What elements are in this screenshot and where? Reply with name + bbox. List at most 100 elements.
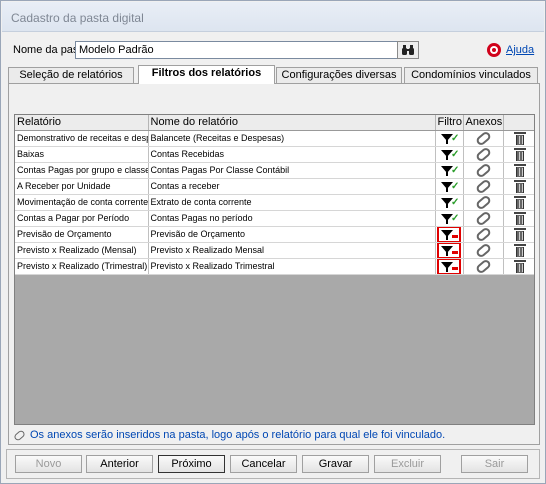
- table-row[interactable]: Contas Pagas por grupo e classe Contas Pa…: [15, 162, 534, 179]
- gravar-button[interactable]: Gravar: [302, 455, 369, 473]
- paperclip-icon[interactable]: [474, 210, 492, 225]
- filter-icon[interactable]: ✓: [438, 131, 460, 146]
- filter-icon[interactable]: ✓: [438, 195, 460, 210]
- excluir-button[interactable]: Excluir: [374, 455, 441, 473]
- cell-relatorio[interactable]: A Receber por Unidade: [15, 178, 149, 195]
- cell-relatorio[interactable]: Previsto x Realizado (Trimestral): [15, 258, 149, 275]
- trash-icon[interactable]: [513, 131, 526, 145]
- cell-delete[interactable]: [503, 178, 534, 195]
- cell-delete[interactable]: [503, 226, 534, 243]
- cell-filtro[interactable]: ✓: [435, 194, 464, 211]
- table-row[interactable]: Movimentação de conta corrente Extrato de…: [15, 194, 534, 211]
- anterior-button[interactable]: Anterior: [86, 455, 153, 473]
- filter-icon[interactable]: ✓: [438, 163, 460, 178]
- cell-nome-relatorio[interactable]: Balancete (Receitas e Despesas): [148, 130, 436, 147]
- cell-nome-relatorio[interactable]: Previsto x Realizado Trimestral: [148, 258, 436, 275]
- cell-nome-relatorio[interactable]: Contas Pagas Por Classe Contábil: [148, 162, 436, 179]
- cell-filtro[interactable]: [435, 226, 464, 243]
- cell-anexos[interactable]: [463, 194, 504, 211]
- cell-relatorio[interactable]: Contas Pagas por grupo e classe: [15, 162, 149, 179]
- col-filtro[interactable]: Filtro: [435, 115, 464, 131]
- table-row[interactable]: Previsto x Realizado (Trimestral) Previst…: [15, 258, 534, 275]
- filter-icon[interactable]: [437, 226, 461, 241]
- cancelar-button[interactable]: Cancelar: [230, 455, 297, 473]
- paperclip-icon[interactable]: [474, 194, 492, 209]
- novo-button[interactable]: Novo: [15, 455, 82, 473]
- cell-filtro[interactable]: ✓: [435, 162, 464, 179]
- table-row[interactable]: Previsto x Realizado (Mensal) Previsto x …: [15, 242, 534, 259]
- col-nome-relatorio[interactable]: Nome do relatório: [148, 115, 436, 131]
- cell-relatorio[interactable]: Movimentação de conta corrente: [15, 194, 149, 211]
- table-row[interactable]: Previsão de Orçamento Previsão de Orçamen…: [15, 226, 534, 243]
- proximo-button[interactable]: Próximo: [158, 455, 225, 473]
- paperclip-icon[interactable]: [474, 162, 492, 177]
- cell-anexos[interactable]: [463, 162, 504, 179]
- cell-relatorio[interactable]: Baixas: [15, 146, 149, 163]
- trash-icon[interactable]: [513, 179, 526, 193]
- filter-icon[interactable]: ✓: [438, 211, 460, 226]
- filter-icon[interactable]: [437, 258, 461, 273]
- paperclip-icon[interactable]: [474, 146, 492, 161]
- cell-anexos[interactable]: [463, 178, 504, 195]
- cell-anexos[interactable]: [463, 130, 504, 147]
- dialog-window: Cadastro da pasta digital Nome da pasta:…: [0, 0, 546, 484]
- help-icon: [487, 43, 501, 57]
- cell-filtro[interactable]: [435, 242, 464, 259]
- cell-filtro[interactable]: ✓: [435, 146, 464, 163]
- cell-filtro[interactable]: ✓: [435, 210, 464, 227]
- search-button[interactable]: [397, 41, 419, 59]
- paperclip-icon[interactable]: [474, 130, 492, 145]
- cell-anexos[interactable]: [463, 210, 504, 227]
- paperclip-icon[interactable]: [474, 258, 492, 273]
- cell-anexos[interactable]: [463, 258, 504, 275]
- tab-configuracoes-diversas[interactable]: Configurações diversas: [276, 67, 402, 83]
- cell-filtro[interactable]: ✓: [435, 130, 464, 147]
- cell-delete[interactable]: [503, 258, 534, 275]
- table-row[interactable]: Contas a Pagar por Período Contas Pagas n…: [15, 210, 534, 227]
- cell-filtro[interactable]: ✓: [435, 178, 464, 195]
- cell-filtro[interactable]: [435, 258, 464, 275]
- paperclip-icon[interactable]: [474, 226, 492, 241]
- cell-anexos[interactable]: [463, 146, 504, 163]
- cell-nome-relatorio[interactable]: Previsão de Orçamento: [148, 226, 436, 243]
- cell-relatorio[interactable]: Previsão de Orçamento: [15, 226, 149, 243]
- folder-name-input[interactable]: Modelo Padrão: [75, 41, 407, 59]
- trash-icon[interactable]: [513, 147, 526, 161]
- cell-delete[interactable]: [503, 194, 534, 211]
- filter-icon[interactable]: [437, 242, 461, 257]
- paperclip-icon[interactable]: [474, 242, 492, 257]
- filter-icon[interactable]: ✓: [438, 179, 460, 194]
- trash-icon[interactable]: [513, 195, 526, 209]
- trash-icon[interactable]: [513, 259, 526, 273]
- table-row[interactable]: Demonstrativo de receitas e despesasBala…: [15, 130, 534, 147]
- cell-relatorio[interactable]: Contas a Pagar por Período: [15, 210, 149, 227]
- trash-icon[interactable]: [513, 163, 526, 177]
- cell-nome-relatorio[interactable]: Previsto x Realizado Mensal: [148, 242, 436, 259]
- cell-delete[interactable]: [503, 130, 534, 147]
- cell-delete[interactable]: [503, 210, 534, 227]
- cell-nome-relatorio[interactable]: Contas Recebidas: [148, 146, 436, 163]
- table-row[interactable]: A Receber por Unidade Contas a receber ✓: [15, 178, 534, 195]
- cell-delete[interactable]: [503, 242, 534, 259]
- trash-icon[interactable]: [513, 243, 526, 257]
- tab-selecao-relatorios[interactable]: Seleção de relatórios: [8, 67, 134, 83]
- trash-icon[interactable]: [513, 227, 526, 241]
- col-anexos[interactable]: Anexos: [463, 115, 504, 131]
- tab-filtros-relatorios[interactable]: Filtros dos relatórios: [138, 65, 275, 84]
- cell-anexos[interactable]: [463, 226, 504, 243]
- cell-relatorio[interactable]: Demonstrativo de receitas e despesas: [15, 130, 149, 147]
- sair-button[interactable]: Sair: [461, 455, 528, 473]
- cell-nome-relatorio[interactable]: Contas a receber: [148, 178, 436, 195]
- col-relatorio[interactable]: Relatório: [15, 115, 149, 131]
- cell-nome-relatorio[interactable]: Extrato de conta corrente: [148, 194, 436, 211]
- paperclip-icon[interactable]: [474, 178, 492, 193]
- tab-condominios-vinculados[interactable]: Condomínios vinculados: [404, 67, 538, 83]
- trash-icon[interactable]: [513, 211, 526, 225]
- filter-icon[interactable]: ✓: [438, 147, 460, 162]
- cell-anexos[interactable]: [463, 242, 504, 259]
- cell-relatorio[interactable]: Previsto x Realizado (Mensal): [15, 242, 149, 259]
- table-row[interactable]: Baixas Contas Recebidas ✓: [15, 146, 534, 163]
- cell-nome-relatorio[interactable]: Contas Pagas no período: [148, 210, 436, 227]
- cell-delete[interactable]: [503, 146, 534, 163]
- cell-delete[interactable]: [503, 162, 534, 179]
